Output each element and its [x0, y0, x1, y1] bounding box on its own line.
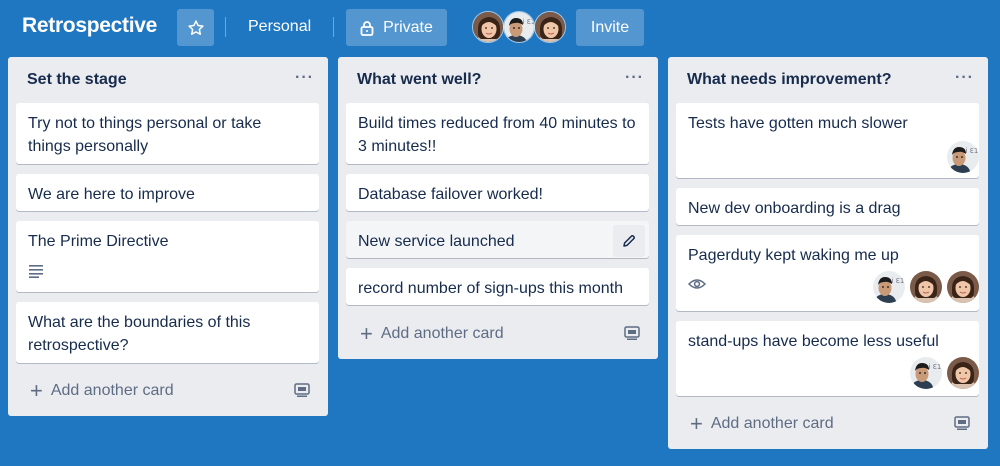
plus-icon: +: [690, 411, 703, 436]
avatar-image: [947, 141, 979, 173]
avatar-image: [873, 271, 905, 303]
card-title: New service launched: [358, 233, 515, 250]
privacy-label: Private: [383, 18, 433, 36]
header-divider: [225, 17, 226, 37]
card[interactable]: We are here to improve: [16, 174, 319, 211]
card-title: Build times reduced from 40 minutes to 3…: [358, 115, 636, 155]
card-title: Pagerduty kept waking me up: [688, 247, 899, 264]
card-title: We are here to improve: [28, 186, 195, 203]
list-title[interactable]: What needs improvement?: [687, 71, 891, 89]
privacy-button[interactable]: Private: [346, 9, 447, 46]
card-member-avatar[interactable]: [947, 271, 979, 303]
add-card-label: Add another card: [710, 415, 834, 432]
card[interactable]: The Prime Directive: [16, 221, 319, 292]
avatar-image: [504, 12, 535, 43]
board-header: Retrospective Personal Private Invite: [0, 0, 1000, 56]
card-member-avatar[interactable]: [910, 357, 942, 389]
member-avatar[interactable]: [534, 11, 566, 43]
card[interactable]: New service launched: [346, 221, 649, 258]
list-title[interactable]: Set the stage: [27, 71, 127, 89]
description-icon: [29, 265, 43, 278]
card-member-avatar[interactable]: [910, 271, 942, 303]
card-title: The Prime Directive: [28, 233, 169, 250]
card-title: What are the boundaries of this retrospe…: [28, 314, 251, 354]
list-what-needs-improvement: What needs improvement? ··· Tests have g…: [668, 57, 988, 449]
member-avatar[interactable]: [503, 11, 535, 43]
star-board-button[interactable]: [177, 9, 214, 46]
plus-icon: +: [360, 321, 373, 346]
card-title: Try not to things personal or take thing…: [28, 115, 262, 155]
list-what-went-well: What went well? ··· Build times reduced …: [338, 57, 658, 359]
add-card-label: Add another card: [380, 325, 504, 342]
list-title[interactable]: What went well?: [357, 71, 481, 89]
add-card-button[interactable]: + Add another card: [360, 321, 504, 346]
lock-icon: [360, 20, 374, 36]
add-card-label: Add another card: [50, 382, 174, 399]
card-title: record number of sign-ups this month: [358, 280, 624, 297]
card[interactable]: Tests have gotten much slower: [676, 103, 979, 178]
list-menu-button[interactable]: ···: [625, 69, 644, 87]
invite-button[interactable]: Invite: [576, 9, 644, 46]
team-visibility-personal[interactable]: Personal: [248, 18, 311, 36]
card[interactable]: Try not to things personal or take thing…: [16, 103, 319, 164]
eye-icon: [688, 279, 706, 289]
list-menu-button[interactable]: ···: [955, 69, 974, 87]
card-title: New dev onboarding is a drag: [688, 200, 901, 217]
card[interactable]: Database failover worked!: [346, 174, 649, 211]
card[interactable]: What are the boundaries of this retrospe…: [16, 302, 319, 363]
avatar-image: [535, 12, 566, 43]
card-template-icon[interactable]: [294, 383, 310, 398]
edit-card-button[interactable]: [613, 225, 645, 257]
card-member-avatar[interactable]: [947, 357, 979, 389]
card-member-avatar[interactable]: [873, 271, 905, 303]
add-card-button[interactable]: + Add another card: [690, 411, 834, 436]
pencil-icon: [623, 235, 635, 247]
list-menu-button[interactable]: ···: [295, 69, 314, 87]
card-member-avatar[interactable]: [947, 141, 979, 173]
add-card-button[interactable]: + Add another card: [30, 378, 174, 403]
card[interactable]: Pagerduty kept waking me up: [676, 235, 979, 311]
avatar-image: [947, 357, 979, 389]
board-title[interactable]: Retrospective: [22, 14, 157, 38]
card[interactable]: record number of sign-ups this month: [346, 268, 649, 305]
card-title: Database failover worked!: [358, 186, 543, 203]
card-template-icon[interactable]: [954, 416, 970, 431]
avatar-image: [910, 271, 942, 303]
card-title: stand-ups have become less useful: [688, 333, 939, 350]
card[interactable]: stand-ups have become less useful: [676, 321, 979, 396]
list-set-the-stage: Set the stage ··· Try not to things pers…: [8, 57, 328, 416]
avatar-image: [910, 357, 942, 389]
card-template-icon[interactable]: [624, 326, 640, 341]
card-title: Tests have gotten much slower: [688, 115, 908, 132]
header-divider: [333, 17, 334, 37]
star-icon: [187, 19, 204, 35]
avatar-image: [473, 12, 504, 43]
card[interactable]: New dev onboarding is a drag: [676, 188, 979, 225]
avatar-image: [947, 271, 979, 303]
card[interactable]: Build times reduced from 40 minutes to 3…: [346, 103, 649, 164]
plus-icon: +: [30, 378, 43, 403]
member-avatar[interactable]: [472, 11, 504, 43]
